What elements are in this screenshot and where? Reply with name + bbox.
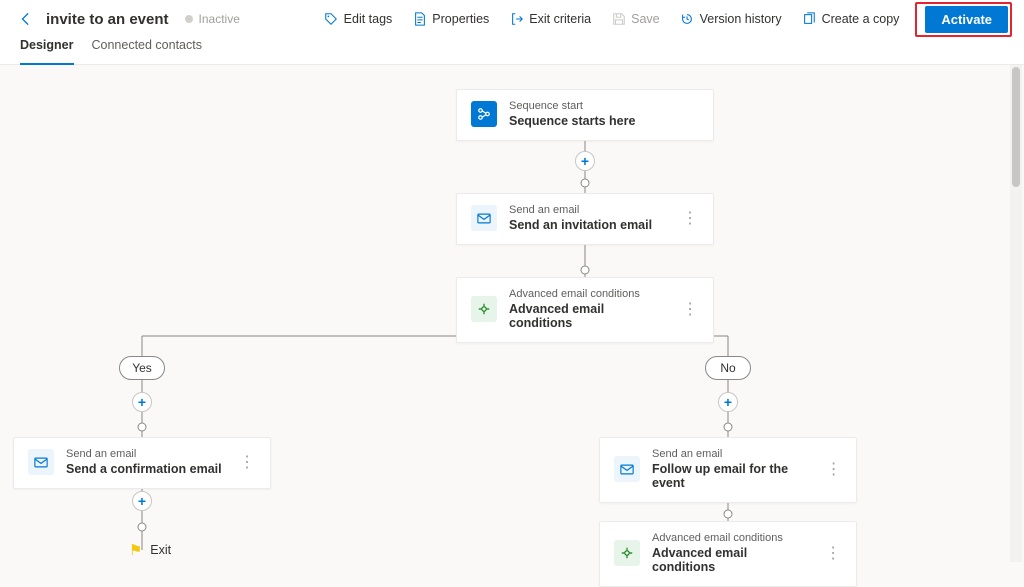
toolbar: Edit tags Properties Exit criteria Save (316, 2, 1012, 37)
node-more-button[interactable]: ⋮ (825, 459, 842, 479)
exit-icon (509, 12, 524, 27)
version-history-button[interactable]: Version history (672, 8, 790, 31)
node-send-confirmation-email[interactable]: Send an email Send a confirmation email … (13, 437, 271, 489)
node-title: Send an invitation email (509, 218, 652, 232)
status-dot-icon (185, 15, 193, 23)
exit-node[interactable]: ⚑ Exit (129, 541, 171, 559)
flag-icon: ⚑ (129, 541, 142, 559)
add-step-button[interactable]: + (132, 392, 152, 412)
status-badge: Inactive (185, 12, 240, 26)
start-icon (471, 101, 497, 127)
node-title: Follow up email for the event (652, 462, 813, 490)
branch-yes[interactable]: Yes (119, 356, 165, 380)
history-icon (680, 12, 695, 27)
node-send-invitation-email[interactable]: Send an email Send an invitation email ⋮ (456, 193, 714, 245)
conditions-icon (614, 540, 640, 566)
header: invite to an event Inactive Edit tags Pr… (0, 0, 1024, 65)
document-icon (412, 12, 427, 27)
create-copy-button[interactable]: Create a copy (794, 8, 908, 31)
add-step-button[interactable]: + (718, 392, 738, 412)
conditions-icon (471, 296, 497, 322)
copy-icon (802, 12, 817, 27)
node-more-button[interactable]: ⋮ (681, 299, 699, 319)
connector-port (581, 266, 590, 275)
node-more-button[interactable]: ⋮ (681, 208, 699, 228)
email-icon (471, 205, 497, 231)
exit-criteria-button[interactable]: Exit criteria (501, 8, 599, 31)
connector-port (138, 523, 147, 532)
node-advanced-conditions-1[interactable]: Advanced email conditions Advanced email… (456, 277, 714, 343)
tag-icon (324, 12, 339, 27)
node-followup-email[interactable]: Send an email Follow up email for the ev… (599, 437, 857, 503)
tab-designer[interactable]: Designer (20, 38, 74, 64)
node-subtitle: Advanced email conditions (509, 288, 669, 300)
node-more-button[interactable]: ⋮ (824, 543, 842, 563)
email-icon (614, 456, 640, 482)
status-text: Inactive (199, 12, 240, 26)
vertical-scrollbar[interactable] (1010, 65, 1022, 562)
properties-button[interactable]: Properties (404, 8, 497, 31)
node-subtitle: Send an email (652, 448, 813, 460)
add-step-button[interactable]: + (575, 151, 595, 171)
designer-canvas[interactable]: Sequence start Sequence starts here + Se… (0, 65, 1024, 562)
back-button[interactable] (12, 5, 40, 33)
save-button: Save (603, 8, 668, 31)
tab-connected-contacts[interactable]: Connected contacts (92, 38, 203, 64)
node-sequence-start[interactable]: Sequence start Sequence starts here (456, 89, 714, 141)
branch-no[interactable]: No (705, 356, 751, 380)
node-subtitle: Send an email (509, 204, 652, 216)
node-title: Sequence starts here (509, 114, 635, 128)
email-icon (28, 449, 54, 475)
exit-label: Exit (150, 543, 171, 557)
connector-port (724, 423, 733, 432)
activate-button[interactable]: Activate (925, 6, 1008, 33)
node-more-button[interactable]: ⋮ (238, 452, 256, 472)
node-subtitle: Send an email (66, 448, 222, 460)
tabs: Designer Connected contacts (0, 38, 1024, 65)
activate-highlight: Activate (915, 2, 1012, 37)
node-title: Send a confirmation email (66, 462, 222, 476)
connector-port (138, 423, 147, 432)
edit-tags-button[interactable]: Edit tags (316, 8, 401, 31)
page-title: invite to an event (46, 11, 169, 28)
connector-port (581, 179, 590, 188)
node-advanced-conditions-2[interactable]: Advanced email conditions Advanced email… (599, 521, 857, 587)
save-icon (611, 12, 626, 27)
node-subtitle: Advanced email conditions (652, 532, 812, 544)
add-step-button[interactable]: + (132, 491, 152, 511)
connector-port (724, 510, 733, 519)
arrow-left-icon (19, 12, 33, 26)
node-title: Advanced email conditions (652, 546, 812, 574)
node-title: Advanced email conditions (509, 302, 669, 330)
node-subtitle: Sequence start (509, 100, 635, 112)
scrollbar-thumb[interactable] (1012, 67, 1020, 187)
